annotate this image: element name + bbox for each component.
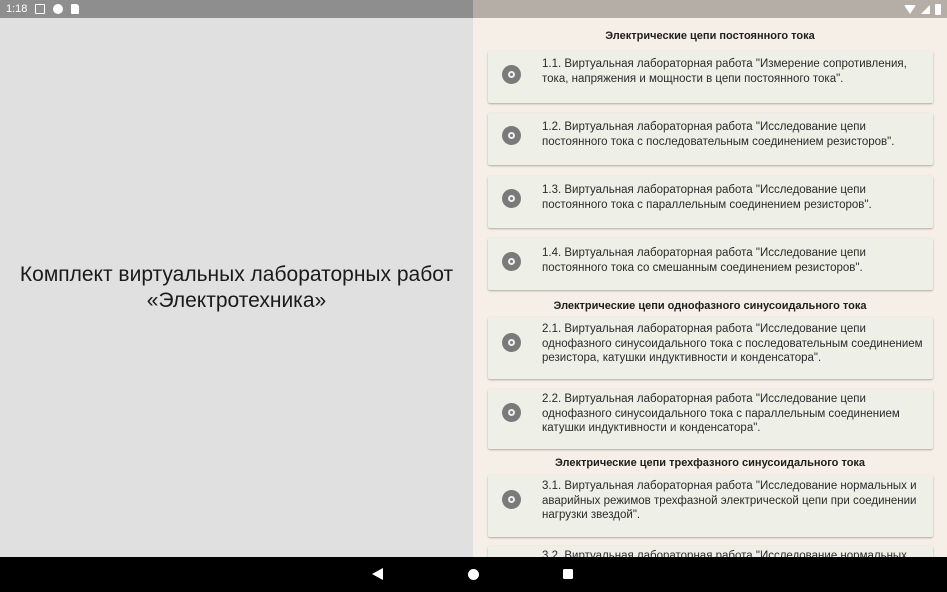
title-panel: Комплект виртуальных лабораторных работ … — [0, 18, 473, 557]
radio-icon — [502, 126, 521, 145]
status-bar-right — [473, 0, 947, 18]
lab-item-1-2[interactable]: 1.2. Виртуальная лабораторная работа "Ис… — [488, 113, 933, 165]
radio-icon — [502, 333, 521, 352]
a-icon — [35, 4, 46, 14]
battery-icon — [935, 3, 941, 15]
radio-icon — [502, 65, 521, 84]
status-bar: 1:18 — [0, 0, 947, 18]
radio-icon — [502, 189, 521, 208]
lab-item-3-2[interactable]: 3.2. Виртуальная лабораторная работа "Ис… — [488, 546, 933, 557]
radio-icon — [502, 403, 521, 422]
app-title: Комплект виртуальных лабораторных работ … — [19, 262, 454, 312]
section-header-three-phase: Электрические цепи трехфазного синусоида… — [554, 457, 866, 469]
recents-icon[interactable] — [563, 569, 573, 579]
lab-item-1-1[interactable]: 1.1. Виртуальная лабораторная работа "Из… — [488, 51, 933, 103]
signal-icon — [921, 4, 930, 14]
lab-item-label: 2.2. Виртуальная лабораторная работа "Ис… — [542, 393, 900, 434]
navigation-bar — [0, 557, 947, 592]
section-header-single-phase: Электрические цепи однофазного синусоида… — [553, 300, 867, 312]
sd-card-icon — [71, 4, 80, 14]
lab-item-label: 3.1. Виртуальная лабораторная работа "Ис… — [542, 480, 917, 521]
section-header-dc: Электрические цепи постоянного тока — [605, 30, 815, 42]
lab-item-1-3[interactable]: 1.3. Виртуальная лабораторная работа "Ис… — [488, 176, 933, 228]
radio-icon — [502, 490, 521, 509]
lab-item-3-1[interactable]: 3.1. Виртуальная лабораторная работа "Ис… — [488, 475, 933, 537]
status-time: 1:18 — [6, 3, 28, 15]
lab-item-label: 3.2. Виртуальная лабораторная работа "Ис… — [542, 550, 907, 557]
lab-item-label: 1.2. Виртуальная лабораторная работа "Ис… — [542, 121, 895, 148]
radio-icon — [502, 252, 521, 271]
lab-item-label: 1.1. Виртуальная лабораторная работа "Из… — [542, 58, 907, 85]
lab-list-panel[interactable]: Электрические цепи постоянного тока 1.1.… — [473, 18, 947, 557]
status-bar-left: 1:18 — [0, 0, 473, 18]
f-icon — [53, 4, 64, 14]
lab-item-label: 1.4. Виртуальная лабораторная работа "Ис… — [542, 247, 866, 274]
lab-item-2-2[interactable]: 2.2. Виртуальная лабораторная работа "Ис… — [488, 389, 933, 449]
lab-item-2-1[interactable]: 2.1. Виртуальная лабораторная работа "Ис… — [488, 317, 933, 379]
wifi-icon — [904, 4, 916, 14]
home-icon[interactable] — [468, 569, 479, 580]
lab-item-1-4[interactable]: 1.4. Виртуальная лабораторная работа "Ис… — [488, 238, 933, 290]
lab-item-label: 1.3. Виртуальная лабораторная работа "Ис… — [542, 184, 872, 211]
back-icon[interactable] — [372, 568, 383, 580]
lab-item-label: 2.1. Виртуальная лабораторная работа "Ис… — [542, 323, 923, 364]
